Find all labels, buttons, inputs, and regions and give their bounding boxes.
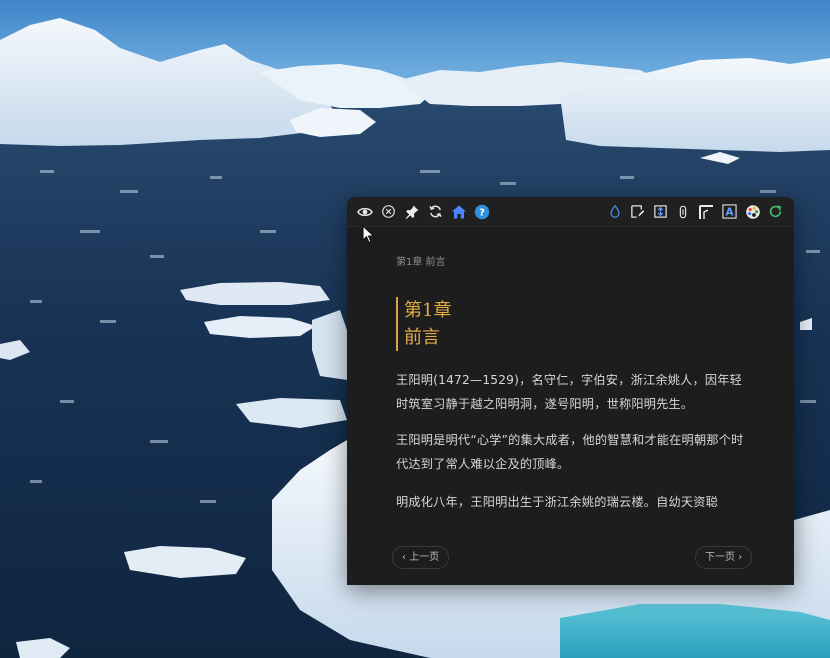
refresh-icon[interactable]: [767, 203, 784, 220]
help-icon[interactable]: ?: [473, 203, 490, 220]
export-icon[interactable]: [652, 203, 669, 220]
chapter-name: 前言: [404, 327, 440, 348]
svg-text:?: ?: [479, 207, 485, 218]
reader-toolbar: ? A: [347, 197, 794, 227]
home-icon[interactable]: [450, 203, 467, 220]
next-page-button[interactable]: 下一页 ›: [695, 546, 753, 569]
pin-icon[interactable]: [403, 203, 420, 220]
paragraph-3: 明成化八年，王阳明出生于浙江余姚的瑞云楼。自幼天资聪: [396, 495, 719, 509]
svg-text:A: A: [726, 207, 734, 219]
water-drop-icon[interactable]: [606, 203, 623, 220]
prev-page-button[interactable]: ‹ 上一页: [392, 546, 450, 569]
edit-note-icon[interactable]: [629, 203, 646, 220]
next-page-label: 下一页: [705, 552, 735, 563]
reader-content: 第1章 前言 第1章 前言 王阳明(1472—1529)，名守仁，字伯安，浙江余…: [396, 226, 752, 526]
prev-page-label: 上一页: [409, 552, 440, 563]
eye-icon[interactable]: [356, 203, 373, 220]
chevron-left-icon: ‹: [402, 552, 406, 563]
paragraph-2: 王阳明是明代“心学”的集大成者，他的智慧和才能在明朝那个时代达到了常人难以企及的…: [396, 433, 744, 471]
chapter-number: 第1章: [404, 300, 452, 321]
breadcrumb: 第1章 前言: [396, 257, 446, 268]
reader-window: ? A 第1章 前言 第1章 前言 王阳明(1472—1529)，名守仁，字伯安…: [347, 197, 794, 585]
attachment-icon[interactable]: [674, 203, 691, 220]
mouse-cursor-icon: [362, 225, 375, 244]
font-icon[interactable]: A: [721, 203, 738, 220]
close-circle-icon[interactable]: [380, 203, 397, 220]
chevron-right-icon: ›: [738, 552, 743, 563]
corner-icon[interactable]: [697, 203, 714, 220]
sync-icon[interactable]: [427, 203, 444, 220]
chapter-title: 第1章 前言: [396, 297, 451, 351]
color-palette-icon[interactable]: [744, 203, 761, 220]
paragraph-1: 王阳明(1472—1529)，名守仁，字伯安，浙江余姚人，因年轻时筑室习静于越之…: [396, 373, 743, 411]
